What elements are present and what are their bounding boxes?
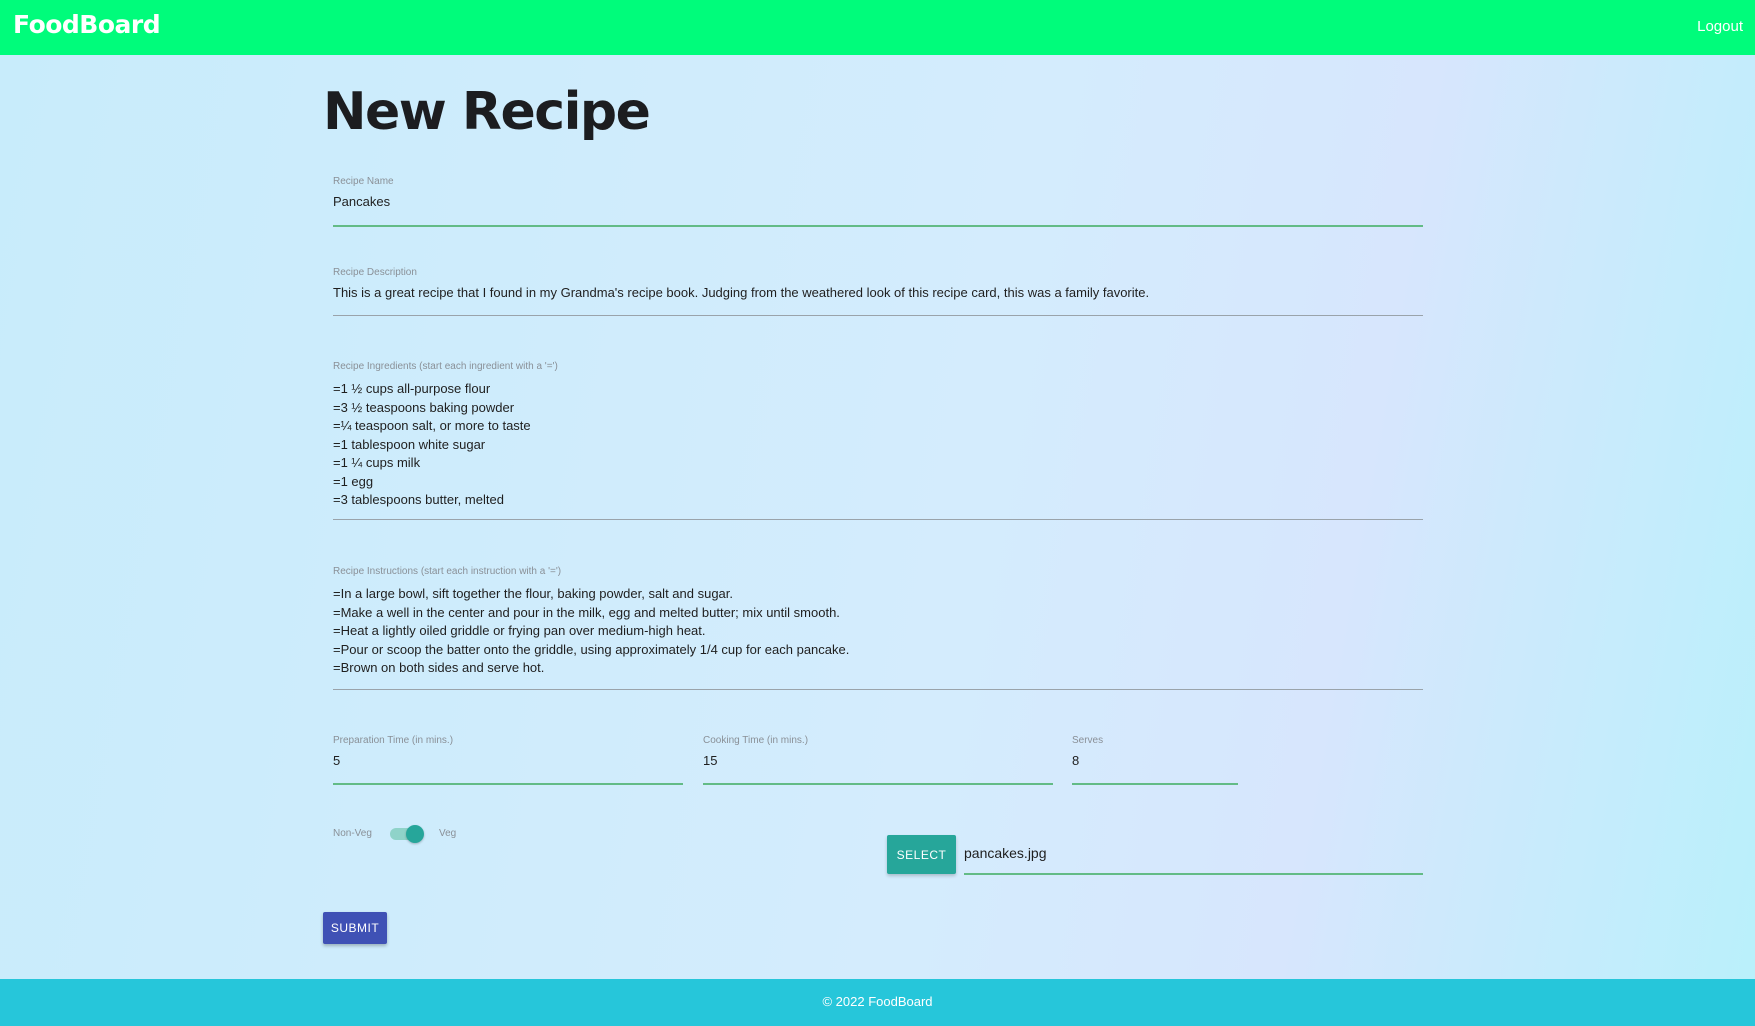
- ingredient-line: =3 tablespoons butter, melted: [333, 492, 504, 507]
- ingredient-line: =1 tablespoon white sugar: [333, 436, 486, 452]
- brand-logo[interactable]: FoodBoard: [13, 10, 161, 39]
- navbar: FoodBoard Logout: [0, 0, 1755, 55]
- recipe-instructions-label: Recipe Instructions (start each instruct…: [333, 566, 562, 577]
- ingredient-line: =1 ¼ cups milk: [333, 455, 421, 470]
- recipe-name-label: Recipe Name: [333, 176, 394, 187]
- recipe-instructions-underline: [333, 689, 1423, 690]
- instruction-line: =Heat a lightly oiled griddle or frying …: [333, 623, 706, 638]
- ingredient-line: =1 ½ cups all-purpose flour: [333, 381, 491, 396]
- preparation-time-underline: [333, 783, 683, 785]
- veg-label: Veg: [439, 828, 457, 839]
- ingredient-line: =¼ teaspoon salt, or more to taste: [333, 418, 531, 433]
- serves-input[interactable]: 8: [1072, 753, 1238, 768]
- cooking-time-input[interactable]: 15: [703, 753, 1053, 768]
- instruction-line: =Make a well in the center and pour in t…: [333, 604, 840, 620]
- footer: © 2022 FoodBoard: [0, 979, 1755, 1026]
- serves-field[interactable]: Serves 8: [1072, 735, 1238, 768]
- recipe-instructions-field[interactable]: Recipe Instructions (start each instruct…: [333, 566, 1423, 678]
- recipe-name-field[interactable]: Recipe Name Pancakes: [333, 176, 1423, 209]
- recipe-ingredients-field[interactable]: Recipe Ingredients (start each ingredien…: [333, 361, 1423, 510]
- recipe-description-label: Recipe Description: [333, 267, 417, 278]
- ingredient-line: =1 egg: [333, 473, 374, 489]
- preparation-time-input[interactable]: 5: [333, 753, 683, 768]
- recipe-ingredients-underline: [333, 519, 1423, 520]
- recipe-instructions-textarea[interactable]: =In a large bowl, sift together the flou…: [333, 585, 1423, 678]
- ingredient-line: =3 ½ teaspoons baking powder: [333, 399, 515, 415]
- instruction-line: =In a large bowl, sift together the flou…: [333, 586, 734, 601]
- file-name-input[interactable]: pancakes.jpg: [964, 845, 1047, 861]
- select-file-button[interactable]: SELECT: [887, 835, 956, 874]
- recipe-description-field[interactable]: Recipe Description This is a great recip…: [333, 267, 1423, 300]
- cooking-time-underline: [703, 783, 1053, 785]
- cooking-time-field[interactable]: Cooking Time (in mins.) 15: [703, 735, 1053, 768]
- preparation-time-field[interactable]: Preparation Time (in mins.) 5: [333, 735, 683, 768]
- serves-label: Serves: [1072, 735, 1104, 746]
- cooking-time-label: Cooking Time (in mins.): [703, 735, 809, 746]
- recipe-description-underline: [333, 315, 1423, 316]
- file-name-underline: [964, 873, 1423, 875]
- logout-link[interactable]: Logout: [1697, 18, 1743, 35]
- recipe-ingredients-textarea[interactable]: =1 ½ cups all-purpose flour =3 ½ teaspoo…: [333, 380, 1423, 510]
- preparation-time-label: Preparation Time (in mins.): [333, 735, 454, 746]
- instruction-line: =Pour or scoop the batter onto the gridd…: [333, 641, 850, 657]
- veg-toggle-thumb[interactable]: [406, 825, 424, 843]
- serves-underline: [1072, 783, 1238, 785]
- recipe-description-input[interactable]: This is a great recipe that I found in m…: [333, 285, 1423, 300]
- instruction-line: =Brown on both sides and serve hot.: [333, 660, 545, 675]
- submit-button[interactable]: SUBMIT: [323, 912, 387, 944]
- recipe-name-input[interactable]: Pancakes: [333, 194, 1423, 209]
- recipe-ingredients-label: Recipe Ingredients (start each ingredien…: [333, 361, 558, 372]
- recipe-name-underline: [333, 225, 1423, 227]
- non-veg-label: Non-Veg: [333, 828, 372, 839]
- footer-copyright: © 2022 FoodBoard: [822, 994, 933, 1009]
- page-title: New Recipe: [323, 82, 651, 142]
